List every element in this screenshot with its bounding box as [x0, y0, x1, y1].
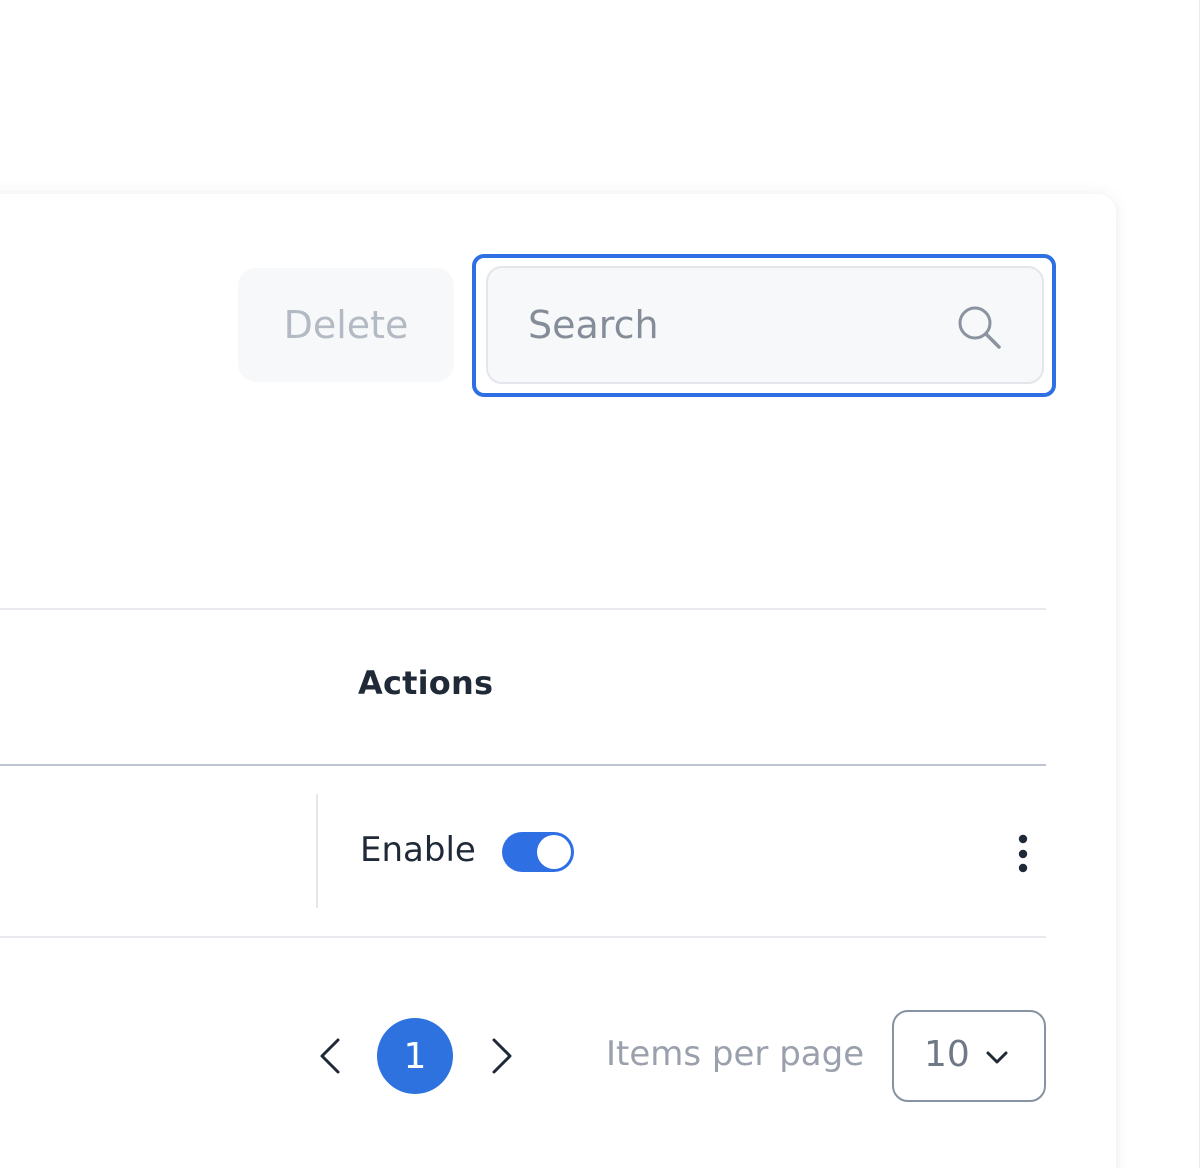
chevron-down-icon	[986, 1051, 1008, 1064]
chevron-left-icon[interactable]	[308, 1032, 352, 1080]
search-field[interactable]	[486, 266, 1044, 384]
table-header-bottom-border	[0, 764, 1046, 766]
pagination-current-page[interactable]: 1	[377, 1018, 453, 1094]
enable-label: Enable	[360, 830, 476, 870]
delete-button[interactable]: Delete	[238, 268, 454, 382]
items-per-page-label: Items per page	[606, 1034, 865, 1074]
actions-column-header: Actions	[358, 664, 494, 702]
chevron-right-icon[interactable]	[480, 1032, 524, 1080]
search-input[interactable]	[528, 286, 928, 364]
table-header-top-border	[0, 608, 1046, 610]
toggle-knob	[537, 835, 571, 869]
table-row-bottom-border	[0, 936, 1046, 938]
kebab-menu-icon[interactable]	[1006, 830, 1040, 878]
items-per-page-value: 10	[924, 1034, 970, 1075]
items-per-page-select[interactable]: 10	[892, 1010, 1046, 1102]
table-cell-divider	[316, 794, 318, 908]
enable-toggle[interactable]	[502, 832, 574, 872]
page-canvas: Delete Actions Enable 1 Items per page 1…	[0, 0, 1200, 1168]
search-icon[interactable]	[954, 302, 1004, 352]
